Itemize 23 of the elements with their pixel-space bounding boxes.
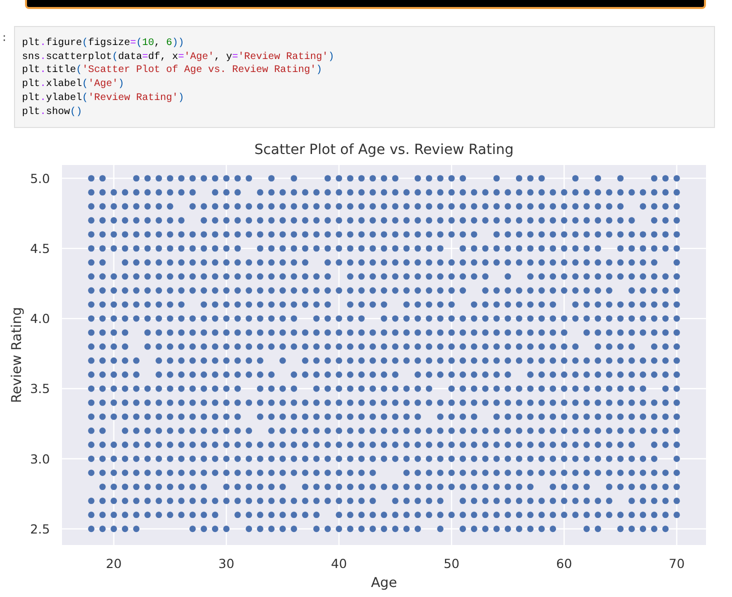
x-tick-label: 40: [331, 556, 347, 571]
y-tick-label: 4.5: [30, 240, 50, 256]
y-tick-label: 4.0: [30, 311, 50, 326]
chart-title: Scatter Plot of Age vs. Review Rating: [254, 142, 514, 158]
code-line: plt.show(): [22, 106, 82, 120]
x-tick-label: 50: [444, 556, 460, 571]
x-axis-label: Age: [370, 575, 398, 591]
code-line: plt.figure(figsize=(10, 6)): [22, 37, 184, 51]
y-tick-label: 3.0: [30, 451, 50, 466]
code-line: plt.xlabel('Age'): [22, 78, 124, 92]
code-line: sns.scatterplot(data=df, x='Age', y='Review Rating'): [22, 50, 334, 64]
code-line: plt.title('Scatter Plot of Age vs. Review Rating'): [22, 64, 322, 78]
code-line: plt.ylabel('Review Rating'): [22, 92, 184, 106]
x-tick-label: 70: [668, 556, 685, 571]
x-tick-label: 20: [106, 556, 122, 571]
x-tick-label: 30: [218, 556, 234, 571]
x-tick-label: 60: [556, 556, 572, 571]
cell-prompt: :: [0, 32, 9, 47]
code-cell[interactable]: plt.figure(figsize=(10, 6)) sns.scatterplot(data=df, x='Age', y='Review Rating') plt.title('Scatter Plot of Age vs. Review Rating') plt.xlabel('Age') plt.ylabel('Review Rating') plt.show(): [14, 26, 715, 128]
y-tick-label: 2.5: [30, 521, 50, 536]
y-tick-label: 3.5: [30, 381, 50, 396]
y-tick-label: 5.0: [30, 170, 50, 186]
y-axis-label: Review Rating: [9, 307, 25, 403]
